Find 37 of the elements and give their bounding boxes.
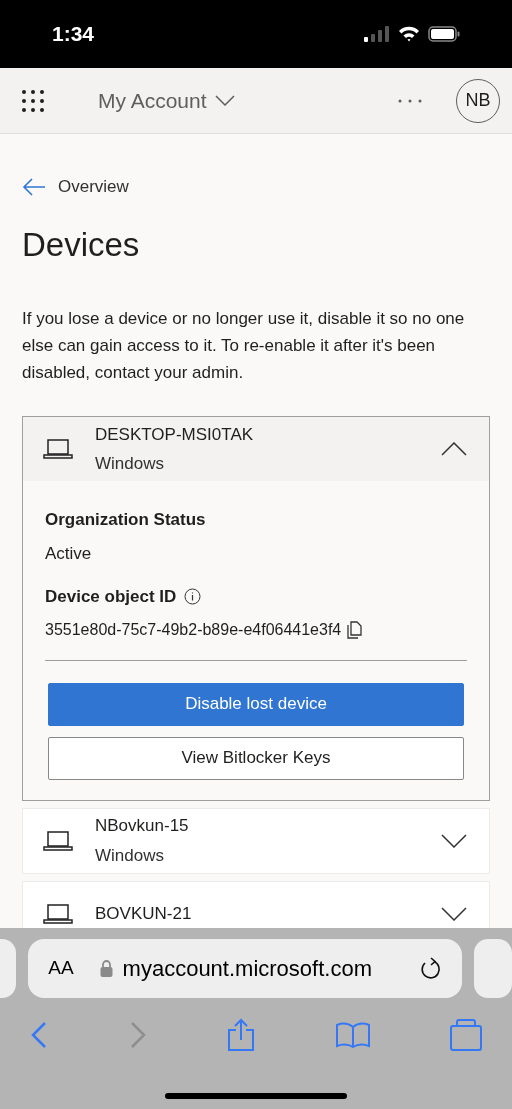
intro-text: If you lose a device or no longer use it, disable it so no one else can gain access to it. To re-enable it after it's been disabled, contact your admin. [22,308,466,384]
account-menu-button[interactable]: My Account [98,84,235,117]
app-launcher-icon[interactable] [22,89,44,112]
laptop-icon [43,830,73,851]
copy-icon[interactable] [347,620,364,639]
disable-device-button[interactable]: Disable lost device [48,682,464,726]
laptop-icon [43,903,73,924]
device-os: Windows [95,453,165,475]
more-icon[interactable] [398,98,422,103]
field-label: Device object ID [45,586,177,608]
url-text: myaccount.microsoft.com [122,955,373,983]
text-size-button[interactable]: AA [48,954,74,983]
address-bar[interactable]: AA myaccount.microsoft.com [28,939,462,998]
battery-icon [428,26,460,42]
device-header[interactable]: DESKTOP-MSI0TAK Windows [23,417,489,481]
signal-icon [364,26,390,42]
device-name: DESKTOP-MSI0TAK [95,423,255,446]
info-icon[interactable] [184,588,202,606]
device-name: BOVKUN-21 [95,902,193,925]
arrow-left-icon [22,177,46,196]
device-os: Windows [95,844,165,867]
page-title: Devices [22,224,141,265]
status-time: 1:34 [52,21,96,48]
field-value: Active [45,542,92,565]
chevron-up-icon[interactable] [441,442,467,456]
field-label: Organization Status [45,509,206,531]
lock-icon [99,960,113,977]
chevron-down-icon [214,95,235,106]
laptop-icon [43,439,73,459]
device-name: NBovkun-15 [95,815,190,837]
chevron-down-icon[interactable] [441,833,467,848]
wifi-icon [398,26,420,42]
back-link[interactable]: Overview [22,174,490,200]
chevron-down-icon[interactable] [441,906,467,921]
reload-icon[interactable] [419,956,442,981]
field-value: 3551e80d-75c7-49b2-b89e-e4f06441e3f4 [45,619,342,640]
bitlocker-keys-button[interactable]: View Bitlocker Keys [48,736,464,780]
